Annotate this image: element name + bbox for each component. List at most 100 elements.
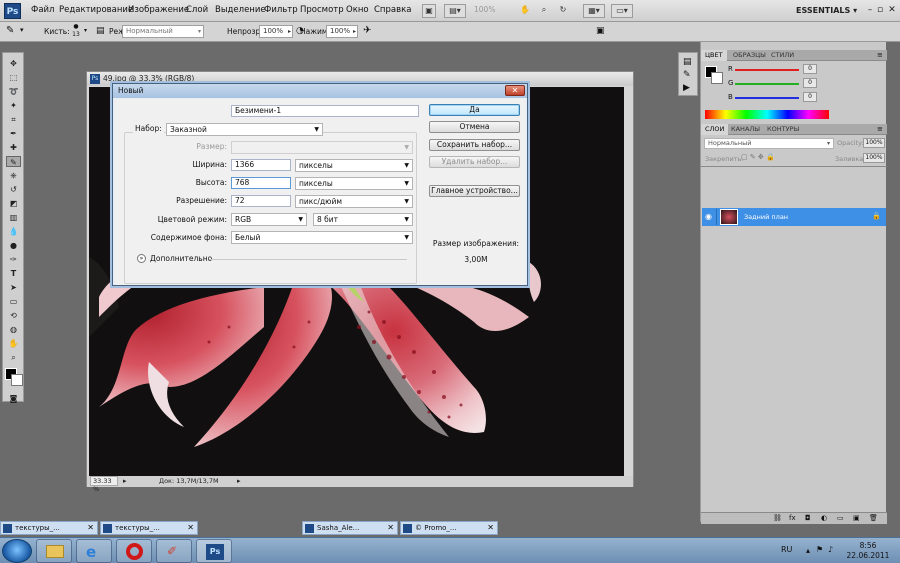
link-layers-icon[interactable]: ⛓ [773, 514, 782, 522]
close-icon[interactable]: ✕ [187, 522, 194, 534]
actions-panel-icon[interactable]: ▶ [683, 83, 690, 93]
tab-paths[interactable]: КОНТУРЫ [763, 124, 803, 135]
blend-mode-select[interactable]: Нормальный ▾ [704, 138, 834, 149]
width-input[interactable]: 1366 [231, 159, 291, 171]
preset-select[interactable]: Заказной ▼ [166, 123, 323, 136]
resolution-unit-select[interactable]: пикс/дюйм ▼ [295, 195, 413, 208]
type-tool-icon[interactable]: T [6, 268, 21, 279]
airbrush-icon[interactable]: ✈ [363, 25, 371, 36]
blue-channel-value[interactable]: 0 [803, 92, 817, 102]
bit-depth-select[interactable]: 8 бит ▼ [313, 213, 413, 226]
background-color-swatch[interactable] [11, 374, 23, 386]
ie-taskbar-button[interactable]: e [76, 539, 112, 563]
layer-style-icon[interactable]: fx [789, 514, 796, 522]
marquee-tool-icon[interactable]: ⬚ [6, 72, 21, 83]
brush-picker-chevron-icon[interactable]: ▾ [84, 27, 87, 34]
doc-tab-2[interactable]: текстуры_... ✕ [100, 521, 198, 535]
close-icon[interactable]: ✕ [487, 522, 494, 534]
tray-volume-icon[interactable]: ♪ [828, 545, 833, 554]
opera-taskbar-button[interactable] [116, 539, 152, 563]
doc-tab-3[interactable]: Sasha_Ale... ✕ [302, 521, 398, 535]
panel-menu-icon[interactable]: ≡ [877, 50, 883, 61]
layer-name[interactable]: Задний план [744, 213, 788, 221]
layer-visibility-eye-icon[interactable]: ◉ [705, 212, 712, 221]
dialog-title-bar[interactable]: Новый [113, 84, 527, 98]
eyedropper-tool-icon[interactable]: ✒ [6, 128, 21, 139]
width-unit-select[interactable]: пикселы ▼ [295, 159, 413, 172]
brush-preset-picker[interactable]: ● 13 [70, 23, 82, 41]
resolution-input[interactable]: 72 [231, 195, 291, 207]
adjustment-layer-icon[interactable]: ◐ [821, 514, 827, 522]
hand-tool-icon[interactable]: ✋ [6, 338, 21, 349]
system-clock[interactable]: 8:56 22.06.2011 [842, 541, 894, 561]
zoom-tool-icon[interactable]: ⌕ [6, 352, 21, 363]
arrange-documents-icon[interactable]: ▦▾ [583, 4, 605, 18]
tab-color[interactable]: ЦВЕТ [701, 50, 727, 61]
photoshop-taskbar-button[interactable]: Ps [196, 539, 232, 563]
lock-icons[interactable]: ▢ ✎ ✥ 🔒 [741, 153, 775, 161]
opacity-input[interactable]: 100% ▸ [259, 25, 293, 38]
restore-icon[interactable]: ▫ [874, 4, 886, 17]
menu-image[interactable]: Изображение [128, 5, 189, 15]
menu-layer[interactable]: Слой [186, 5, 208, 15]
shape-tool-icon[interactable]: ▭ [6, 296, 21, 307]
history-panel-icon[interactable]: ▤ [683, 57, 692, 67]
advanced-label[interactable]: Дополнительно [150, 254, 212, 263]
gradient-tool-icon[interactable]: ▥ [6, 212, 21, 223]
screen-mode-icon[interactable]: ▭▾ [611, 4, 633, 18]
delete-layer-icon[interactable]: 🗑 [869, 514, 878, 522]
layer-opacity-value[interactable]: 100% [863, 138, 885, 148]
crop-tool-icon[interactable]: ⌗ [6, 114, 21, 125]
doc-tab-4[interactable]: © Promo_... ✕ [400, 521, 498, 535]
menu-select[interactable]: Выделение [215, 5, 266, 15]
mode-select[interactable]: Нормальный ▾ [122, 25, 204, 38]
status-menu-icon[interactable]: ▸ [237, 476, 241, 487]
blur-tool-icon[interactable]: 💧 [6, 226, 21, 237]
advanced-expand-icon[interactable]: » [137, 254, 146, 263]
zoom-level-field[interactable]: 100% [474, 5, 495, 14]
quick-mask-icon[interactable]: ◙ [6, 393, 21, 404]
dialog-close-button[interactable]: ✕ [505, 85, 525, 96]
move-tool-icon[interactable]: ✥ [6, 58, 21, 69]
flow-input[interactable]: 100% ▸ [326, 25, 358, 38]
brush-presets-panel-icon[interactable]: ✎ [683, 70, 691, 80]
red-channel-value[interactable]: 0 [803, 64, 817, 74]
color-panel-background-swatch[interactable] [711, 72, 723, 84]
bridge-icon[interactable]: ▣ [422, 4, 436, 18]
tray-arrow-icon[interactable]: ▴ [806, 546, 810, 555]
tab-swatches[interactable]: ОБРАЗЦЫ [729, 50, 770, 61]
tray-flag-icon[interactable]: ⚑ [816, 545, 823, 554]
start-button[interactable] [2, 539, 32, 563]
status-expand-icon[interactable]: ▸ [123, 476, 127, 487]
history-brush-tool-icon[interactable]: ↺ [6, 184, 21, 195]
green-channel-value[interactable]: 0 [803, 78, 817, 88]
path-selection-tool-icon[interactable]: ➤ [6, 282, 21, 293]
lasso-tool-icon[interactable]: ➰ [6, 86, 21, 97]
workspace-switcher[interactable]: ESSENTIALS ▾ [790, 3, 858, 19]
red-channel-slider[interactable] [735, 69, 799, 71]
tab-channels[interactable]: КАНАЛЫ [727, 124, 764, 135]
save-preset-button[interactable]: Сохранить набор... [429, 139, 520, 151]
green-channel-slider[interactable] [735, 83, 799, 85]
3d-orbit-tool-icon[interactable]: ◍ [6, 324, 21, 335]
3d-rotate-tool-icon[interactable]: ⟲ [6, 310, 21, 321]
close-icon[interactable]: ✕ [387, 522, 394, 534]
tab-layers[interactable]: СЛОИ [701, 124, 729, 135]
panel-toggle-icon[interactable]: ▣ [596, 26, 605, 36]
tool-preset-chevron-icon[interactable]: ▾ [20, 26, 24, 34]
ok-button[interactable]: Да [429, 104, 520, 116]
app-taskbar-button[interactable]: ✐ [156, 539, 192, 563]
quick-selection-tool-icon[interactable]: ✦ [6, 100, 21, 111]
menu-window[interactable]: Окно [346, 5, 369, 15]
menu-filter[interactable]: Фильтр [264, 5, 298, 15]
explorer-taskbar-button[interactable] [36, 539, 72, 563]
healing-brush-tool-icon[interactable]: ✚ [6, 142, 21, 153]
zoom-tool-icon[interactable]: ⌕ [537, 4, 551, 18]
eraser-tool-icon[interactable]: ◩ [6, 198, 21, 209]
menu-edit[interactable]: Редактирование [59, 5, 133, 15]
layer-mask-icon[interactable]: ◘ [805, 514, 811, 522]
new-group-icon[interactable]: ▭ [837, 514, 844, 522]
tab-styles[interactable]: СТИЛИ [767, 50, 798, 61]
hand-tool-icon[interactable]: ✋ [518, 4, 532, 18]
blue-channel-slider[interactable] [735, 97, 799, 99]
